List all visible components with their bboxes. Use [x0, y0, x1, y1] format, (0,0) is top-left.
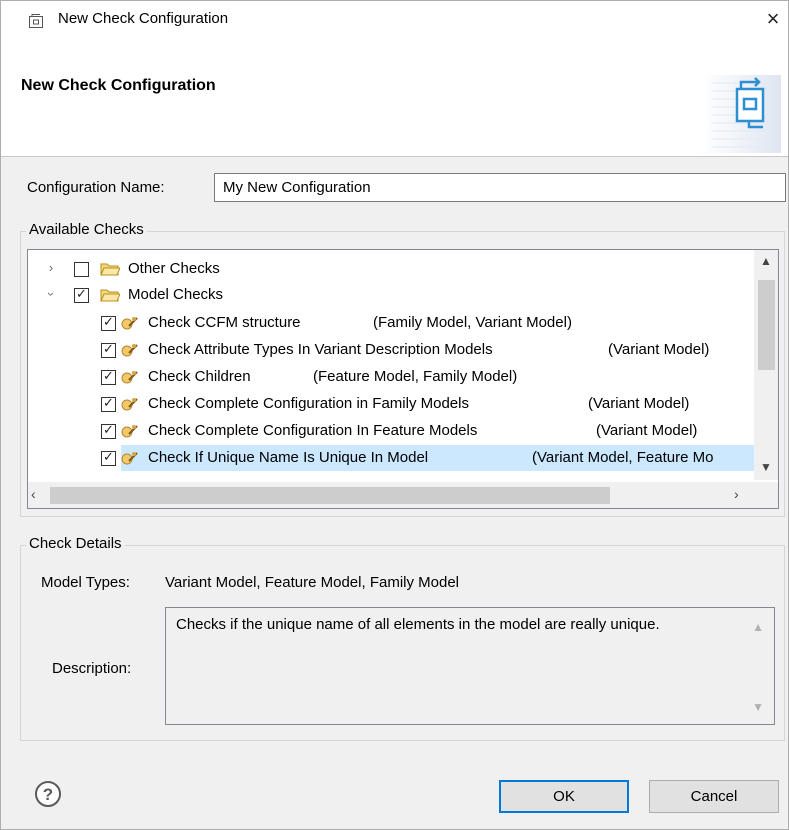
scroll-up-icon[interactable]: ▲ — [752, 616, 764, 638]
check-item-types: (Variant Model) — [588, 395, 690, 412]
check-rule-icon — [121, 371, 138, 384]
model-checks-checkbox[interactable]: ✓ — [74, 286, 89, 303]
tree-group-other-checks[interactable]: › Other Checks — [28, 256, 755, 282]
check-item-name: Check Attribute Types In Variant Descrip… — [148, 341, 493, 358]
tree-group-label: Model Checks — [128, 286, 224, 303]
check-rule-icon — [121, 452, 138, 465]
config-name-label: Configuration Name: — [27, 179, 165, 196]
check-rule-icon — [121, 398, 138, 411]
check-rule-icon — [121, 317, 138, 330]
ok-button[interactable]: OK — [499, 780, 629, 813]
svg-text:?: ? — [43, 785, 53, 804]
scroll-right-icon[interactable]: › — [734, 486, 739, 502]
model-types-label: Model Types: — [41, 574, 130, 591]
checkmark-icon: ✓ — [103, 449, 114, 464]
wizard-banner: New Check Configuration — [1, 39, 788, 157]
tree-group-model-checks[interactable]: › ✓ Model Checks — [28, 282, 755, 308]
tree-item-check[interactable]: ✓ Check CCFM structure (Family Model, Va… — [28, 310, 755, 336]
tree-horizontal-scrollbar[interactable]: ‹ › — [28, 482, 754, 508]
check-item-checkbox[interactable]: ✓ — [101, 368, 116, 385]
checks-tree[interactable]: › Other Checks › ✓ Model Checks ✓ Check … — [27, 249, 779, 509]
close-button[interactable]: × — [761, 5, 785, 33]
scroll-up-icon[interactable]: ▲ — [754, 254, 778, 268]
scroll-down-icon[interactable]: ▼ — [752, 696, 764, 718]
scrollbar-corner — [754, 482, 778, 508]
dialog-window: New Check Configuration × New Check Conf… — [0, 0, 789, 830]
description-text: Checks if the unique name of all element… — [176, 616, 660, 633]
expand-chevron-icon[interactable]: › — [44, 260, 58, 276]
check-item-name: Check Complete Configuration in Family M… — [148, 395, 469, 412]
check-item-checkbox[interactable]: ✓ — [101, 341, 116, 358]
banner-heading: New Check Configuration — [21, 77, 216, 94]
scroll-left-icon[interactable]: ‹ — [31, 486, 36, 502]
checkmark-icon: ✓ — [103, 368, 114, 383]
folder-icon — [100, 263, 120, 276]
check-item-checkbox[interactable]: ✓ — [101, 422, 116, 439]
description-label: Description: — [52, 660, 132, 677]
available-checks-title: Available Checks — [26, 221, 147, 238]
check-item-checkbox[interactable]: ✓ — [101, 314, 116, 331]
tree-item-check-selected[interactable]: ✓ Check If Unique Name Is Unique In Mode… — [101, 445, 754, 471]
title-bar: New Check Configuration × — [1, 1, 788, 39]
check-item-types: (Variant Model) — [608, 341, 710, 358]
check-item-types: (Family Model, Variant Model) — [373, 314, 572, 331]
checkmark-icon: ✓ — [103, 314, 114, 329]
check-item-types: (Variant Model) — [596, 422, 698, 439]
check-rule-icon — [121, 425, 138, 438]
checkmark-icon: ✓ — [76, 286, 87, 301]
check-config-icon — [29, 14, 43, 28]
checkmark-icon: ✓ — [103, 341, 114, 356]
other-checks-checkbox[interactable] — [74, 262, 89, 277]
scrollbar-thumb[interactable] — [50, 487, 610, 504]
scroll-down-icon[interactable]: ▼ — [754, 460, 778, 474]
checkmark-icon: ✓ — [103, 395, 114, 410]
check-rule-icon — [121, 344, 138, 357]
model-types-value: Variant Model, Feature Model, Family Mod… — [165, 574, 460, 591]
tree-vertical-scrollbar[interactable]: ▲ ▼ — [754, 250, 778, 480]
check-item-name: Check Complete Configuration In Feature … — [148, 422, 478, 439]
collapse-chevron-icon[interactable]: › — [43, 287, 59, 301]
tree-item-check[interactable]: ✓ Check Complete Configuration In Featur… — [28, 418, 755, 444]
description-textarea[interactable]: Checks if the unique name of all element… — [165, 607, 775, 725]
scrollbar-thumb[interactable] — [758, 280, 775, 370]
tree-item-check[interactable]: ✓ Check Attribute Types In Variant Descr… — [28, 337, 755, 363]
wizard-banner-icon — [701, 75, 781, 153]
check-item-checkbox[interactable]: ✓ — [101, 449, 116, 466]
check-item-name: Check Children — [148, 368, 251, 385]
folder-icon — [100, 289, 120, 302]
check-item-name: Check CCFM structure — [148, 314, 301, 331]
window-title: New Check Configuration — [58, 10, 229, 27]
check-item-types: (Variant Model, Feature Mo — [532, 449, 714, 466]
cancel-button[interactable]: Cancel — [649, 780, 779, 813]
check-item-types: (Feature Model, Family Model) — [313, 368, 518, 385]
check-details-title: Check Details — [26, 535, 125, 552]
config-name-input[interactable] — [214, 173, 786, 202]
check-item-name: Check If Unique Name Is Unique In Model — [148, 449, 429, 466]
checkmark-icon: ✓ — [103, 422, 114, 437]
tree-item-check[interactable]: ✓ Check Complete Configuration in Family… — [28, 391, 755, 417]
help-icon[interactable]: ? — [34, 780, 62, 808]
tree-item-check[interactable]: ✓ Check Children (Feature Model, Family … — [28, 364, 755, 390]
check-item-checkbox[interactable]: ✓ — [101, 395, 116, 412]
tree-group-label: Other Checks — [128, 260, 220, 277]
